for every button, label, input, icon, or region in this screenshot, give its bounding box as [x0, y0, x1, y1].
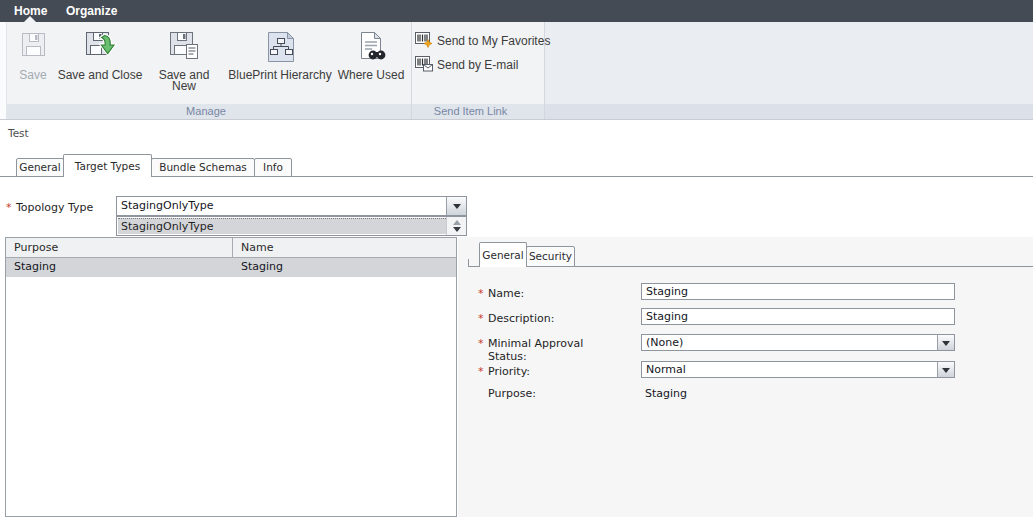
table-header: Purpose Name	[6, 238, 456, 258]
scroll-up-icon	[453, 220, 461, 225]
tab-target-types[interactable]: Target Types	[63, 154, 152, 177]
column-header-purpose[interactable]: Purpose	[6, 238, 233, 257]
ribbon-group-manage: Save Save and Close	[6, 22, 412, 119]
minimal-approval-required-marker: *	[478, 337, 484, 350]
menu-tab-organize[interactable]: Organize	[66, 0, 117, 22]
chevron-down-icon	[942, 341, 950, 346]
name-label: Name:	[488, 287, 608, 300]
purpose-value: Staging	[645, 387, 687, 400]
topology-type-combobox[interactable]: StagingOnlyType	[116, 196, 467, 216]
send-by-email-icon	[415, 55, 433, 76]
cell-purpose: Staging	[6, 258, 233, 277]
detail-tab-general[interactable]: General	[479, 242, 527, 267]
description-required-marker: *	[478, 312, 484, 325]
detail-panel: General Security * Name: Staging * Descr…	[458, 237, 1033, 517]
chevron-down-icon	[453, 204, 461, 209]
list-scroll-spinner[interactable]	[446, 217, 466, 235]
priority-label: Priority:	[488, 365, 608, 378]
cell-name: Staging	[233, 258, 456, 277]
save-and-new-button[interactable]: Save and New	[149, 26, 219, 104]
scroll-down-icon	[453, 227, 461, 232]
target-types-table: Purpose Name Staging Staging	[5, 237, 457, 517]
send-to-favorites-icon	[415, 31, 433, 52]
detail-tab-security[interactable]: Security	[526, 246, 575, 267]
topology-list-item-selected[interactable]: StagingOnlyType	[118, 218, 446, 234]
blueprint-hierarchy-icon	[221, 30, 339, 66]
select-dropdown-button[interactable]	[937, 335, 954, 350]
where-used-button[interactable]: Where Used	[337, 26, 405, 104]
topology-type-label: Topology Type	[16, 201, 93, 214]
purpose-label: Purpose:	[488, 387, 608, 400]
ribbon: Save Save and Close	[0, 22, 1033, 120]
ribbon-group-label-send-item-link: Send Item Link	[412, 104, 544, 119]
tab-info[interactable]: Info	[254, 158, 292, 177]
save-button[interactable]: Save	[11, 26, 55, 104]
name-required-marker: *	[478, 287, 484, 300]
topology-required-marker: *	[6, 201, 12, 214]
save-and-close-icon	[53, 30, 147, 66]
priority-select[interactable]: Normal	[641, 361, 955, 378]
tab-bundle-schemas[interactable]: Bundle Schemas	[151, 158, 255, 177]
item-title: Test	[8, 127, 29, 139]
save-and-close-button[interactable]: Save and Close	[53, 26, 147, 104]
table-row[interactable]: Staging Staging	[6, 258, 456, 277]
tab-general[interactable]: General	[16, 158, 64, 177]
minimal-approval-status-select[interactable]: (None)	[641, 334, 955, 351]
ribbon-group-send-item-link: Send to My Favorites Send by E-mail Send…	[412, 22, 545, 119]
description-field[interactable]: Staging	[641, 308, 955, 325]
save-and-new-icon	[149, 30, 219, 66]
ribbon-group-label-manage: Manage	[7, 104, 411, 119]
column-header-name[interactable]: Name	[233, 238, 456, 257]
application-window: Home Organize Save	[0, 0, 1033, 517]
save-icon	[11, 30, 55, 66]
combo-dropdown-button[interactable]	[446, 197, 466, 215]
blueprint-hierarchy-button[interactable]: BluePrint Hierarchy	[221, 26, 339, 104]
minimal-approval-status-label: Minimal Approval Status:	[488, 337, 598, 363]
name-field[interactable]: Staging	[641, 283, 955, 300]
chevron-down-icon	[942, 368, 950, 373]
select-dropdown-button[interactable]	[937, 362, 954, 377]
topology-type-open-list: StagingOnlyType	[116, 216, 467, 236]
description-label: Description:	[488, 312, 608, 325]
menu-bar: Home Organize	[0, 0, 1033, 22]
where-used-icon	[337, 30, 405, 66]
priority-required-marker: *	[478, 365, 484, 378]
